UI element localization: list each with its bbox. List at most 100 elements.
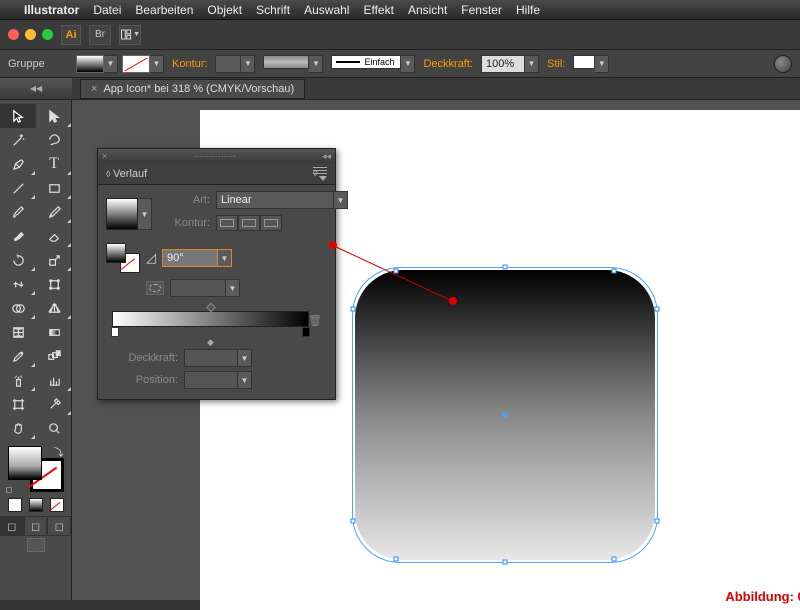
- stop-position-dropdown-icon[interactable]: ▼: [238, 371, 252, 389]
- document-setup-icon[interactable]: [774, 55, 792, 73]
- shape-builder-tool[interactable]: [0, 296, 36, 320]
- rotate-tool[interactable]: [0, 248, 36, 272]
- pen-tool[interactable]: [0, 152, 36, 176]
- eraser-tool[interactable]: [36, 224, 72, 248]
- panel-fill-stroke-toggle[interactable]: [106, 243, 140, 273]
- stop-opacity-dropdown-icon[interactable]: ▼: [238, 349, 252, 367]
- mesh-tool[interactable]: [0, 320, 36, 344]
- brush-swatch[interactable]: [263, 55, 309, 69]
- panel-collapse-handle[interactable]: ◀◀: [0, 78, 72, 100]
- minimize-window-icon[interactable]: [25, 29, 36, 40]
- line-segment-tool[interactable]: [0, 176, 36, 200]
- free-transform-tool[interactable]: [36, 272, 72, 296]
- draw-behind-button[interactable]: ◻: [24, 516, 48, 536]
- none-mode-button[interactable]: [50, 498, 64, 512]
- gradient-ramp[interactable]: ◆ 🗑: [112, 311, 309, 327]
- lasso-tool[interactable]: [36, 128, 72, 152]
- type-tool[interactable]: T: [36, 152, 72, 176]
- aspect-dropdown-icon[interactable]: ▼: [226, 279, 240, 297]
- stroke-weight-field[interactable]: [215, 55, 241, 73]
- fill-stroke-indicator[interactable]: ⤵ ◻: [6, 444, 66, 494]
- gradient-mode-button[interactable]: [29, 498, 43, 512]
- gradient-tool[interactable]: [36, 320, 72, 344]
- panel-menu-icon[interactable]: [313, 167, 327, 181]
- default-fill-stroke-icon[interactable]: ◻: [6, 485, 13, 494]
- panel-fill-swatch[interactable]: [106, 243, 126, 263]
- menu-objekt[interactable]: Objekt: [207, 3, 242, 17]
- style-dropdown-icon[interactable]: ▼: [595, 55, 609, 73]
- close-window-icon[interactable]: [8, 29, 19, 40]
- gradient-type-field[interactable]: Linear: [216, 191, 334, 209]
- eyedropper-tool[interactable]: [0, 344, 36, 368]
- opacity-dropdown-icon[interactable]: ▼: [525, 55, 539, 73]
- menu-app[interactable]: Illustrator: [24, 3, 79, 17]
- color-mode-button[interactable]: [8, 498, 22, 512]
- gradient-stop-right[interactable]: [302, 327, 310, 337]
- style-label[interactable]: Stil:: [547, 58, 565, 70]
- close-tab-icon[interactable]: ×: [91, 83, 97, 95]
- delete-stop-icon[interactable]: 🗑: [308, 314, 322, 327]
- scale-tool[interactable]: [36, 248, 72, 272]
- pencil-tool[interactable]: [36, 200, 72, 224]
- rectangle-tool[interactable]: [36, 176, 72, 200]
- zoom-tool[interactable]: [36, 416, 72, 440]
- blend-tool[interactable]: [36, 344, 72, 368]
- swap-fill-stroke-icon[interactable]: ⤵: [54, 444, 64, 459]
- fill-color-swatch[interactable]: [8, 446, 42, 480]
- gradient-preset-dropdown-icon[interactable]: ▼: [138, 198, 152, 230]
- panel-tab[interactable]: Verlauf: [98, 163, 335, 185]
- midpoint-diamond-icon[interactable]: ◆: [207, 337, 214, 348]
- graphic-style-swatch[interactable]: [573, 55, 595, 69]
- menu-hilfe[interactable]: Hilfe: [516, 3, 540, 17]
- brush-dropdown-icon[interactable]: ▼: [309, 55, 323, 73]
- kontur-label[interactable]: Kontur:: [172, 58, 207, 70]
- stroke-profile-field[interactable]: Einfach: [331, 55, 401, 69]
- stroke-profile-dropdown-icon[interactable]: ▼: [401, 55, 415, 73]
- paintbrush-tool[interactable]: [0, 200, 36, 224]
- zoom-window-icon[interactable]: [42, 29, 53, 40]
- aspect-ratio-icon[interactable]: [146, 281, 164, 295]
- rounded-rectangle-shape[interactable]: [355, 270, 655, 560]
- screen-mode-button[interactable]: [27, 538, 45, 552]
- perspective-grid-tool[interactable]: [36, 296, 72, 320]
- gradient-type-dropdown-icon[interactable]: ▼: [334, 191, 348, 209]
- menu-bearbeiten[interactable]: Bearbeiten: [135, 3, 193, 17]
- direct-selection-tool[interactable]: [36, 104, 72, 128]
- menu-ansicht[interactable]: Ansicht: [408, 3, 447, 17]
- stroke-weight-dropdown-icon[interactable]: ▼: [241, 55, 255, 73]
- selection-tool[interactable]: [0, 104, 36, 128]
- stroke-gradient-mode[interactable]: [216, 215, 282, 231]
- stroke-swatch-none[interactable]: [122, 55, 150, 73]
- gradient-angle-field[interactable]: 90°: [162, 249, 218, 267]
- stroke-dropdown-icon[interactable]: ▼: [150, 55, 164, 73]
- artboard-tool[interactable]: [0, 392, 36, 416]
- stop-opacity-field[interactable]: [184, 349, 238, 367]
- panel-collapse-icon[interactable]: ◂◂: [322, 151, 331, 162]
- arrange-documents-button[interactable]: ▼: [119, 25, 141, 45]
- magic-wand-tool[interactable]: [0, 128, 36, 152]
- opacity-field[interactable]: 100%: [481, 55, 525, 73]
- aspect-ratio-field[interactable]: [170, 279, 226, 297]
- fill-dropdown-icon[interactable]: ▼: [104, 55, 118, 73]
- bridge-button[interactable]: Br: [89, 25, 111, 45]
- panel-close-icon[interactable]: ×: [102, 151, 107, 161]
- blob-brush-tool[interactable]: [0, 224, 36, 248]
- gradient-midpoint[interactable]: [206, 303, 216, 313]
- menu-fenster[interactable]: Fenster: [461, 3, 502, 17]
- width-tool[interactable]: [0, 272, 36, 296]
- opacity-label[interactable]: Deckkraft:: [423, 58, 473, 70]
- stop-position-field[interactable]: [184, 371, 238, 389]
- slice-tool[interactable]: [36, 392, 72, 416]
- gradient-stop-left[interactable]: [111, 327, 119, 337]
- gradient-preview-swatch[interactable]: [106, 198, 138, 230]
- menu-schrift[interactable]: Schrift: [256, 3, 290, 17]
- draw-normal-button[interactable]: ◻: [0, 516, 24, 536]
- menu-auswahl[interactable]: Auswahl: [304, 3, 349, 17]
- angle-dropdown-icon[interactable]: ▼: [218, 249, 232, 267]
- fill-swatch[interactable]: [76, 55, 104, 73]
- hand-tool[interactable]: [0, 416, 36, 440]
- draw-inside-button[interactable]: ◻: [47, 516, 71, 536]
- symbol-sprayer-tool[interactable]: [0, 368, 36, 392]
- menu-datei[interactable]: Datei: [93, 3, 121, 17]
- document-tab[interactable]: × App Icon* bei 318 % (CMYK/Vorschau): [80, 79, 305, 99]
